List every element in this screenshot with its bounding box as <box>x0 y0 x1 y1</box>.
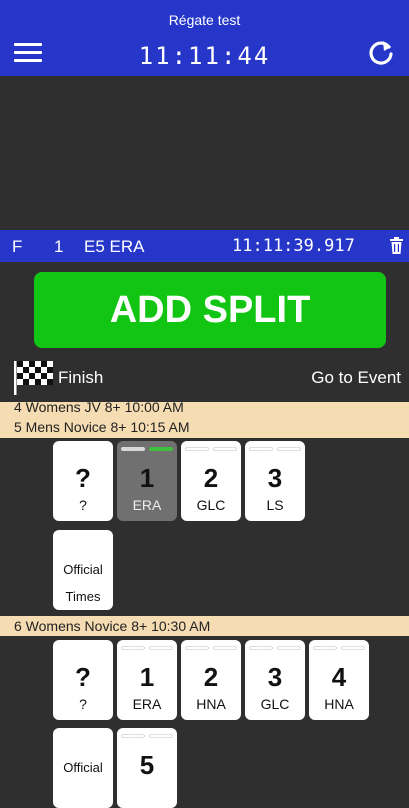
official-times-button[interactable]: Official Times <box>53 530 113 610</box>
crew-code: ? <box>79 497 87 513</box>
bow-number: 3 <box>267 662 283 692</box>
crew-code: ? <box>79 696 87 712</box>
bow-number: 4 <box>331 662 347 692</box>
crew-card[interactable]: 3 GLC <box>245 640 305 720</box>
split-indicators <box>57 646 109 650</box>
split-bar[interactable]: F 1 E5 ERA 11:11:39.917 <box>0 230 409 262</box>
crew-card[interactable]: 2 HNA <box>181 640 241 720</box>
crew-card[interactable]: ? ? <box>53 441 113 521</box>
bow-number: 1 <box>139 463 155 493</box>
crew-code: GLC <box>260 696 290 712</box>
go-to-event-link[interactable]: Go to Event <box>311 368 401 388</box>
split-indicators <box>313 646 365 650</box>
crew-code: LS <box>266 497 284 513</box>
crew-code: HNA <box>324 696 354 712</box>
crew-card[interactable]: 5 <box>117 728 177 808</box>
official-label: Official <box>63 760 103 775</box>
app-header: Régate test 11:11:44 <box>0 0 409 76</box>
add-split-button[interactable]: ADD SPLIT <box>34 272 386 348</box>
crew-code: HNA <box>196 696 226 712</box>
finish-label: Finish <box>58 368 104 387</box>
crew-card[interactable]: 3 LS <box>245 441 305 521</box>
official-times-button[interactable]: Official <box>53 728 113 808</box>
split-stage: F <box>12 237 23 256</box>
trash-icon[interactable] <box>390 237 403 254</box>
crew-card[interactable]: 1 ERA <box>117 640 177 720</box>
bow-number: 3 <box>267 463 283 493</box>
event-header-band: 4 Womens JV 8+ 10:00 AM 5 Mens Novice 8+… <box>0 399 409 438</box>
bow-number: 1 <box>139 662 155 692</box>
event-label[interactable]: 4 Womens JV 8+ 10:00 AM <box>0 399 409 416</box>
times-label: Times <box>65 589 101 604</box>
split-indicators <box>249 447 301 451</box>
event-label[interactable]: 5 Mens Novice 8+ 10:15 AM <box>0 419 409 436</box>
bow-number: 5 <box>139 750 155 780</box>
split-indicators <box>249 646 301 650</box>
bow-number: 2 <box>203 662 219 692</box>
bow-number: 2 <box>203 463 219 493</box>
split-indicators <box>185 646 237 650</box>
clock: 11:11:44 <box>138 42 271 70</box>
bow-number: ? <box>75 463 91 493</box>
crew-code: GLC <box>196 497 226 513</box>
event-header-band: 6 Womens Novice 8+ 10:30 AM <box>0 616 409 636</box>
split-indicators <box>121 447 173 451</box>
split-time: 11:11:39.917 <box>232 236 355 256</box>
official-label: Official <box>63 562 103 577</box>
camera-view <box>0 76 409 230</box>
crew-card-selected[interactable]: 1 ERA <box>117 441 177 521</box>
split-indicators <box>185 447 237 451</box>
bow-number: ? <box>75 662 91 692</box>
refresh-icon[interactable] <box>367 38 395 66</box>
split-crew: E5 ERA <box>84 237 145 256</box>
split-index: 1 <box>54 237 64 256</box>
crew-card[interactable]: ? ? <box>53 640 113 720</box>
crew-card[interactable]: 2 GLC <box>181 441 241 521</box>
regatta-title: Régate test <box>168 12 241 28</box>
split-indicators <box>57 447 109 451</box>
crew-code: ERA <box>132 497 162 513</box>
split-indicators <box>121 646 173 650</box>
event-label[interactable]: 6 Womens Novice 8+ 10:30 AM <box>0 616 409 636</box>
crew-card[interactable]: 4 HNA <box>309 640 369 720</box>
crew-code: ERA <box>132 696 162 712</box>
checkered-flag-icon <box>14 361 53 395</box>
split-indicators <box>121 734 173 738</box>
